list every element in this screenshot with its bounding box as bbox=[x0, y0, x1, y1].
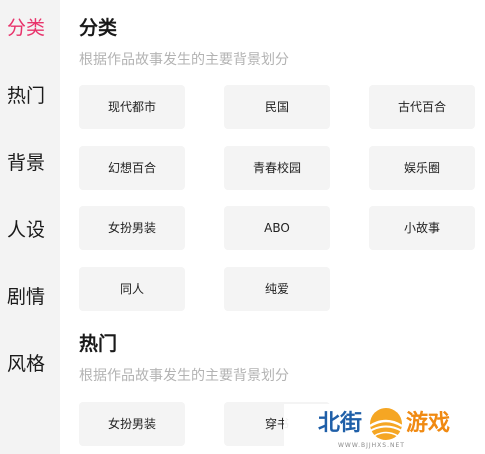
tag-fanfiction[interactable]: 同人 bbox=[79, 267, 185, 311]
tag-crossdressing-hot[interactable]: 女扮男装 bbox=[79, 402, 185, 446]
tag-modern-city[interactable]: 现代都市 bbox=[79, 85, 185, 129]
watermark-right-text: 游戏 bbox=[406, 411, 451, 436]
tag-republic-era[interactable]: 民国 bbox=[224, 85, 330, 129]
tag-abo[interactable]: ABO bbox=[224, 206, 330, 250]
sidebar-item-style[interactable]: 风格 bbox=[0, 344, 60, 384]
sidebar-item-persona[interactable]: 人设 bbox=[0, 210, 60, 250]
category-screen: 分类 热门 背景 人设 剧情 风格 分类 根据作品故事发生的主要背景划分 现代都… bbox=[0, 0, 485, 454]
sidebar-item-plot[interactable]: 剧情 bbox=[0, 277, 60, 317]
sidebar-item-category[interactable]: 分类 bbox=[0, 8, 60, 48]
tag-fantasy-yuri[interactable]: 幻想百合 bbox=[79, 146, 185, 190]
section-title-hot: 热门 bbox=[79, 333, 118, 355]
section-title-category: 分类 bbox=[79, 17, 118, 39]
watermark-logo: 北街 游戏 WWW.BJJHXS.NET bbox=[284, 404, 485, 454]
sidebar-item-hot[interactable]: 热门 bbox=[0, 76, 60, 116]
section-description-hot: 根据作品故事发生的主要背景划分 bbox=[79, 368, 289, 384]
section-description-category: 根据作品故事发生的主要背景划分 bbox=[79, 52, 289, 68]
category-sidebar: 分类 热门 背景 人设 剧情 风格 bbox=[0, 0, 60, 454]
watermark-subtext: WWW.BJJHXS.NET bbox=[338, 442, 405, 449]
sidebar-item-background[interactable]: 背景 bbox=[0, 143, 60, 183]
tag-ancient-yuri[interactable]: 古代百合 bbox=[369, 85, 475, 129]
watermark-left-text: 北街 bbox=[318, 411, 363, 436]
tag-youth-campus[interactable]: 青春校园 bbox=[224, 146, 330, 190]
tag-pure-love[interactable]: 纯爱 bbox=[224, 267, 330, 311]
watermark-sun-icon bbox=[369, 408, 403, 440]
tag-crossdressing[interactable]: 女扮男装 bbox=[79, 206, 185, 250]
tag-entertainment[interactable]: 娱乐圈 bbox=[369, 146, 475, 190]
tag-short-story[interactable]: 小故事 bbox=[369, 206, 475, 250]
